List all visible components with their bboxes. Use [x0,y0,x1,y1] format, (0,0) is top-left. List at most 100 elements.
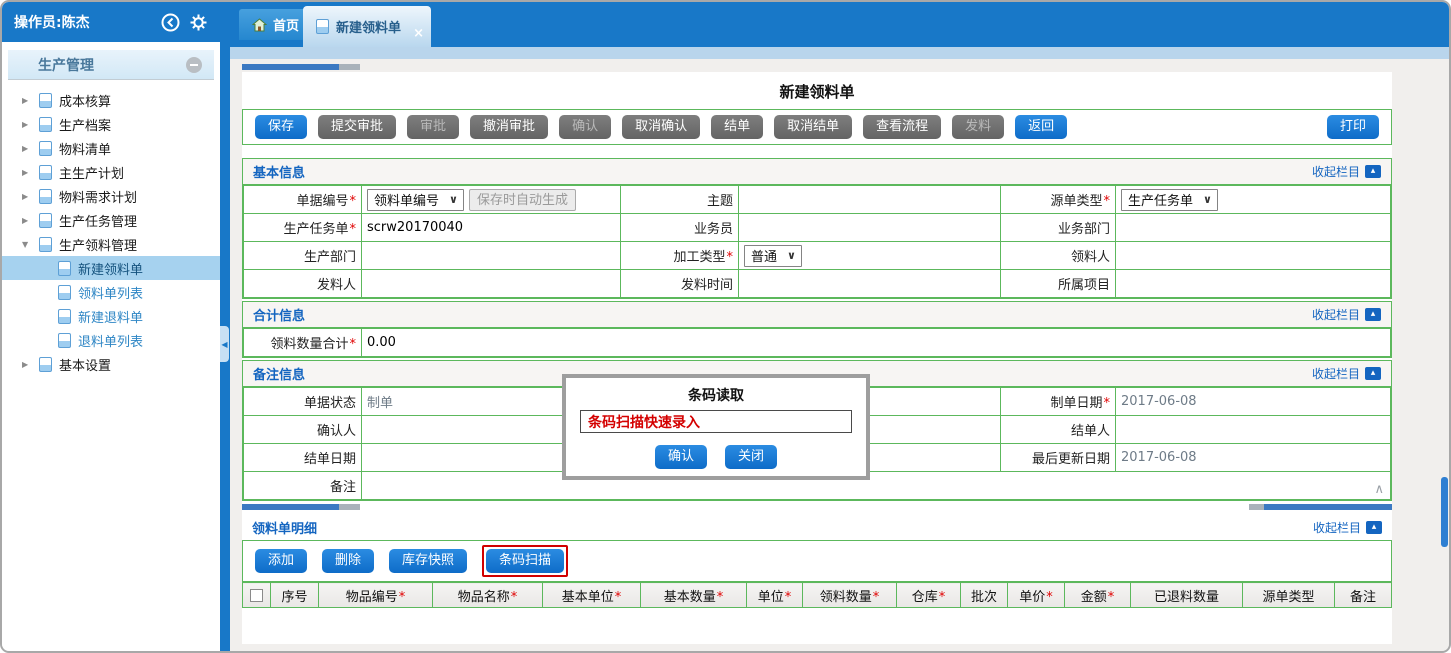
detail-button-删除[interactable]: 删除 [322,549,374,573]
chevron-down-icon: ∨ [449,193,458,206]
vscrollbar-right[interactable] [1441,477,1448,547]
document-icon [58,333,71,348]
sidebar-item-退料单列表[interactable]: 退料单列表 [2,328,220,352]
required-asterisk: * [785,590,792,605]
field-value[interactable]: ∧∨ [362,472,1391,500]
chevron-right-icon[interactable]: ▶ [22,96,32,105]
barcode-input-placeholder: 条码扫描快速录入 [588,412,700,432]
field-label: 业务部门 [1001,214,1116,242]
required-asterisk: * [615,590,622,605]
sidebar-item-物料需求计划[interactable]: ▶物料需求计划 [2,184,220,208]
detail-button-添加[interactable]: 添加 [255,549,307,573]
print-button[interactable]: 打印 [1327,115,1379,139]
chevron-down-icon[interactable]: ▼ [22,240,32,249]
required-asterisk: * [350,222,357,237]
collapse-section-link[interactable]: 收起栏目▴ [1312,306,1381,323]
sidebar-collapse-handle[interactable]: ◀ [220,326,229,362]
sidebar-item-生产领料管理[interactable]: ▼生产领料管理 [2,232,220,256]
field-label: 业务员 [621,214,739,242]
field-value[interactable] [1116,214,1391,242]
confirm-button[interactable]: 确认 [655,445,707,469]
hscrollbar-top[interactable] [242,64,360,70]
toolbar-button-提交审批[interactable]: 提交审批 [318,115,396,139]
dropdown-生产任务单[interactable]: 生产任务单∨ [1121,189,1218,211]
hscrollbars-middle[interactable] [242,504,1392,511]
toolbar-button-查看流程[interactable]: 查看流程 [863,115,941,139]
sidebar-tree: ▶成本核算▶生产档案▶物料清单▶主生产计划▶物料需求计划▶生产任务管理▼生产领料… [2,80,220,376]
toolbar-button-保存[interactable]: 保存 [255,115,307,139]
toolbar-button-取消确认[interactable]: 取消确认 [622,115,700,139]
tab-home[interactable]: 首页 [239,9,312,40]
collapse-section-link[interactable]: 收起栏目▴ [1312,163,1381,180]
sidebar-item-物料清单[interactable]: ▶物料清单 [2,136,220,160]
back-circle-icon[interactable] [161,13,180,32]
document-icon [39,237,52,252]
close-icon[interactable]: × [413,26,424,41]
sidebar-item-基本设置[interactable]: ▶ 基本设置 [2,352,220,376]
sidebar-item-新建领料单[interactable]: 新建领料单 [2,256,220,280]
toolbar-button-结单[interactable]: 结单 [711,115,763,139]
sidebar-item-主生产计划[interactable]: ▶主生产计划 [2,160,220,184]
sidebar-item-成本核算[interactable]: ▶成本核算 [2,88,220,112]
field-value[interactable] [739,186,1001,214]
chevron-right-icon[interactable]: ▶ [22,144,32,153]
sidebar-item-新建退料单[interactable]: 新建退料单 [2,304,220,328]
field-value[interactable]: 生产任务单∨ [1116,186,1391,214]
dialog-close-button[interactable]: 关闭 [725,445,777,469]
field-value[interactable] [362,270,621,298]
chevron-right-icon[interactable]: ▶ [22,216,32,225]
sidebar-item-label: 基本设置 [59,355,111,374]
field-value[interactable]: scrw20170040 [362,214,621,242]
field-value[interactable] [739,270,1001,298]
document-icon [39,141,52,156]
toolbar-button-撤消审批[interactable]: 撤消审批 [470,115,548,139]
column-header-已退料数量: 已退料数量 [1131,583,1243,608]
document-icon [39,93,52,108]
toolbar-button-审批: 审批 [407,115,459,139]
collapse-minus-icon[interactable] [186,57,202,73]
toolbar-button-取消结单[interactable]: 取消结单 [774,115,852,139]
barcode-input[interactable]: 条码扫描快速录入 [580,410,852,433]
field-value[interactable]: 普通∨ [739,242,1001,270]
chevron-right-icon[interactable]: ▶ [22,168,32,177]
column-header-基本数量: 基本数量* [641,583,747,608]
field-label: 发料时间 [621,270,739,298]
sidebar-item-生产档案[interactable]: ▶生产档案 [2,112,220,136]
sidebar-group-header[interactable]: 生产管理 [8,50,214,80]
field-value[interactable] [362,242,621,270]
textarea-scroll-arrows[interactable]: ∧∨ [1374,482,1384,491]
detail-button-条码扫描[interactable]: 条码扫描 [486,549,564,573]
toolbar-button-返回[interactable]: 返回 [1015,115,1067,139]
field-label: 单据编号* [244,186,362,214]
gear-icon[interactable] [189,13,208,32]
chevron-right-icon[interactable]: ▶ [22,192,32,201]
select-all-checkbox[interactable] [250,589,263,602]
column-header-物品名称: 物品名称* [433,583,543,608]
sidebar: 操作员:陈杰 生产管理 ▶成本核算▶生产档案▶物料清单▶主生产计划▶物料需求计划… [2,2,220,651]
collapse-section-link[interactable]: 收起栏目▴ [1312,365,1381,382]
field-value[interactable]: 领料单编号∨保存时自动生成 [362,186,621,214]
field-value[interactable] [1116,242,1391,270]
field-value[interactable]: 0.00 [362,329,1391,357]
field-label: 所属项目 [1001,270,1116,298]
home-icon [252,18,267,32]
sidebar-item-领料单列表[interactable]: 领料单列表 [2,280,220,304]
dropdown-普通[interactable]: 普通∨ [744,245,802,267]
detail-header-row: 序号物品编号*物品名称*基本单位*基本数量*单位*领料数量*仓库*批次单价*金额… [243,583,1392,608]
content-area: 新建领料单 保存提交审批审批撤消审批确认取消确认结单取消结单查看流程发料返回打印… [230,59,1449,651]
field-value[interactable]: 2017-06-08 [1116,388,1391,416]
dropdown-领料单编号[interactable]: 领料单编号∨ [367,189,464,211]
detail-toolbar: 添加删除库存快照条码扫描 [242,540,1392,582]
chevron-right-icon[interactable]: ▶ [22,120,32,129]
collapse-section-link[interactable]: 收起栏目▴ [1313,519,1382,536]
section-title: 合计信息 [253,305,305,324]
chevron-right-icon[interactable]: ▶ [22,360,32,369]
form-row: 单据编号*领料单编号∨保存时自动生成主题源单类型*生产任务单∨ [244,186,1391,214]
field-value[interactable]: 2017-06-08 [1116,444,1391,472]
sidebar-item-生产任务管理[interactable]: ▶生产任务管理 [2,208,220,232]
field-value[interactable] [739,214,1001,242]
tab-new-requisition[interactable]: 新建领料单 × [303,6,431,47]
field-value[interactable] [1116,270,1391,298]
field-value[interactable] [1116,416,1391,444]
detail-button-库存快照[interactable]: 库存快照 [389,549,467,573]
